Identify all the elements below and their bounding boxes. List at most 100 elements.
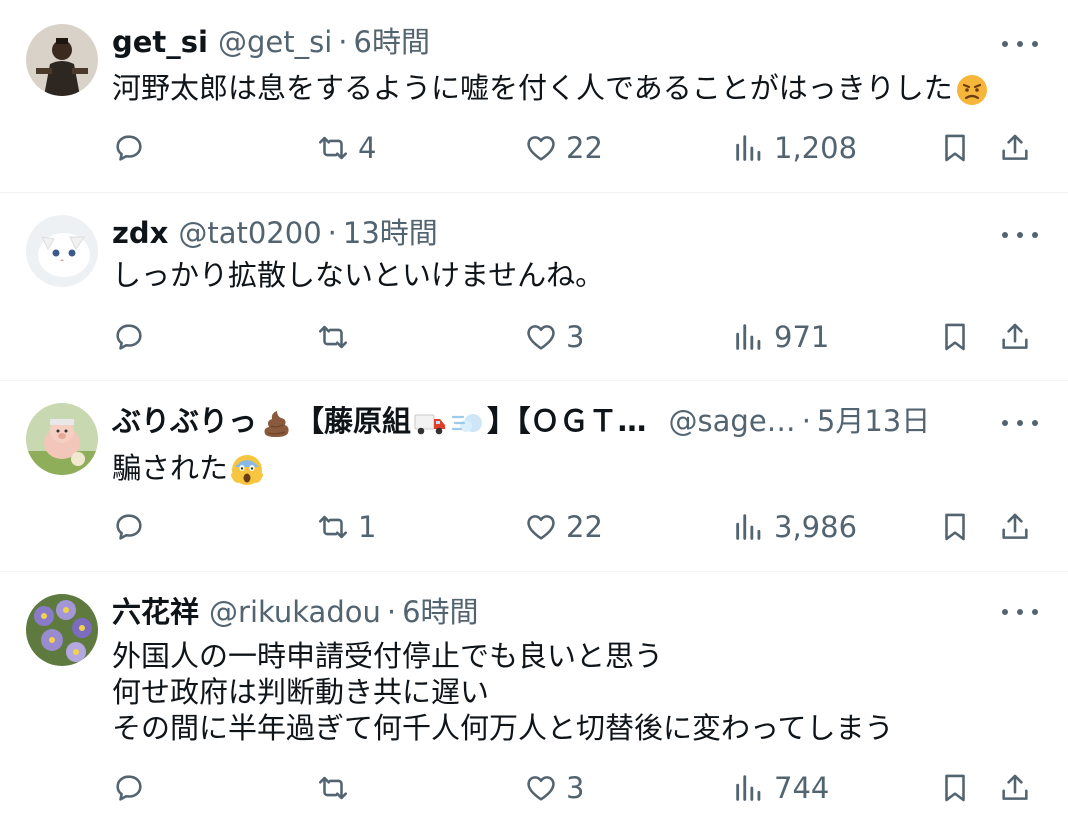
like-count: 22 [566,510,603,544]
tweet-actions: 3 971 [112,317,1038,357]
user-handle[interactable]: @tat0200 [178,213,321,253]
more-options-icon[interactable] [1002,602,1038,622]
share-button[interactable] [998,128,1032,168]
display-name[interactable]: ぶりぶりっ 【藤原組 】【ＯＧＴ… [112,401,647,441]
like-count: 3 [566,320,585,354]
avatar[interactable] [26,24,98,96]
reply-icon [116,324,142,350]
user-handle[interactable]: @sage… [669,401,796,441]
reply-button[interactable] [112,317,154,357]
user-handle[interactable]: @rikukadou [209,592,381,632]
share-button[interactable] [998,317,1032,357]
views-button[interactable]: 3,986 [732,507,857,547]
analytics-icon [736,324,761,350]
retweet-button[interactable] [316,768,358,808]
reply-icon [116,775,142,801]
bookmark-button[interactable] [938,507,972,547]
like-button[interactable]: 22 [524,507,603,547]
bookmark-button[interactable] [938,768,972,808]
avatar[interactable] [26,215,98,287]
tweet-actions: 4 22 1,208 [112,128,1038,168]
tweet-actions: 3 744 [112,768,1038,808]
views-button[interactable]: 744 [732,768,829,808]
dash-emoji [451,406,485,440]
views-button[interactable]: 1,208 [732,128,857,168]
tweet-header: 六花祥 @rikukadou · 6時間 [112,592,978,632]
display-name-part: ぶりぶりっ [112,404,258,438]
separator: · [386,595,397,629]
display-name[interactable]: 六花祥 [112,592,199,632]
tweet[interactable]: zdx @tat0200 · 13時間 しっかり拡散しないといけませんね。 3 … [0,193,1068,381]
analytics-icon [736,135,761,161]
timestamp[interactable]: 5月13日 [817,401,930,441]
bookmark-button[interactable] [938,317,972,357]
tweet[interactable]: get_si @get_si · 6時間 河野太郎は息をするように嘘を付く人であ… [0,0,1068,193]
tweet-text: 河野太郎は息をするように嘘を付く人であることがはっきりした [112,70,1028,106]
tweet-text-line: その間に半年過ぎて何千人何万人と切替後に変わってしまう [112,711,894,745]
view-count: 744 [774,771,830,805]
display-name[interactable]: zdx [112,213,168,253]
like-button[interactable]: 22 [524,128,603,168]
tweet-text: 騙された [112,450,1028,486]
heart-icon [527,136,555,161]
more-options-icon[interactable] [1002,225,1038,245]
poop-emoji [259,406,293,440]
bookmark-icon [945,323,965,351]
timestamp[interactable]: 6時間 [354,22,430,62]
user-handle[interactable]: @get_si [218,22,332,62]
retweet-icon [318,325,348,349]
more-options-icon[interactable] [1002,34,1038,54]
avatar[interactable] [26,403,98,475]
share-button[interactable] [998,768,1032,808]
tweet-text-line: 何せ政府は判断動き共に遅い [112,675,490,709]
tweet-actions: 1 22 3,986 [112,507,1038,547]
display-name-part: 】【ＯＧＴ… [487,404,647,438]
share-icon [1002,323,1028,349]
tweet-text: 外国人の一時申請受付停止でも良いと思う 何せ政府は判断動き共に遅い その間に半年… [112,638,1028,746]
separator: · [801,404,811,438]
separator: · [327,216,337,250]
avatar[interactable] [26,594,98,666]
timestamp[interactable]: 6時間 [402,592,478,632]
bookmark-button[interactable] [938,128,972,168]
tweet[interactable]: ぶりぶりっ 【藤原組 】【ＯＧＴ… @sage… · 5月13日 騙された 1 22… [0,381,1068,572]
reply-icon [116,135,142,161]
retweet-icon [318,515,348,539]
share-button[interactable] [998,507,1032,547]
like-button[interactable]: 3 [524,768,584,808]
more-options-icon[interactable] [1002,413,1038,433]
views-button[interactable]: 971 [732,317,829,357]
retweet-button[interactable]: 4 [316,128,376,168]
share-icon [1002,774,1028,800]
heart-icon [527,325,555,350]
like-count: 3 [566,771,585,805]
tweet[interactable]: 六花祥 @rikukadou · 6時間 外国人の一時申請受付停止でも良いと思う… [0,572,1068,826]
share-icon [1002,134,1028,160]
reply-button[interactable] [112,768,154,808]
timestamp[interactable]: 13時間 [343,213,438,253]
tweet-text-line: 騙された [112,451,229,485]
scream-face-emoji [230,453,264,487]
display-name[interactable]: get_si [112,22,208,62]
retweet-count: 4 [358,131,377,165]
share-icon [1002,513,1028,539]
reply-button[interactable] [112,507,154,547]
retweet-icon [318,136,348,160]
tweet-header: ぶりぶりっ 【藤原組 】【ＯＧＴ… @sage… · 5月13日 [112,401,978,441]
analytics-icon [736,514,761,540]
view-count: 1,208 [774,131,858,165]
tweet-text-line: しっかり拡散しないといけませんね。 [112,258,605,292]
reply-icon [116,514,142,540]
view-count: 971 [774,320,830,354]
view-count: 3,986 [774,510,858,544]
retweet-button[interactable] [316,317,358,357]
retweet-button[interactable]: 1 [316,507,376,547]
reply-button[interactable] [112,128,154,168]
bookmark-icon [945,774,965,802]
separator: · [338,25,348,59]
retweet-icon [318,776,348,800]
like-button[interactable]: 3 [524,317,584,357]
tweet-header: zdx @tat0200 · 13時間 [112,213,978,253]
like-count: 22 [566,131,603,165]
tweet-header: get_si @get_si · 6時間 [112,22,978,62]
